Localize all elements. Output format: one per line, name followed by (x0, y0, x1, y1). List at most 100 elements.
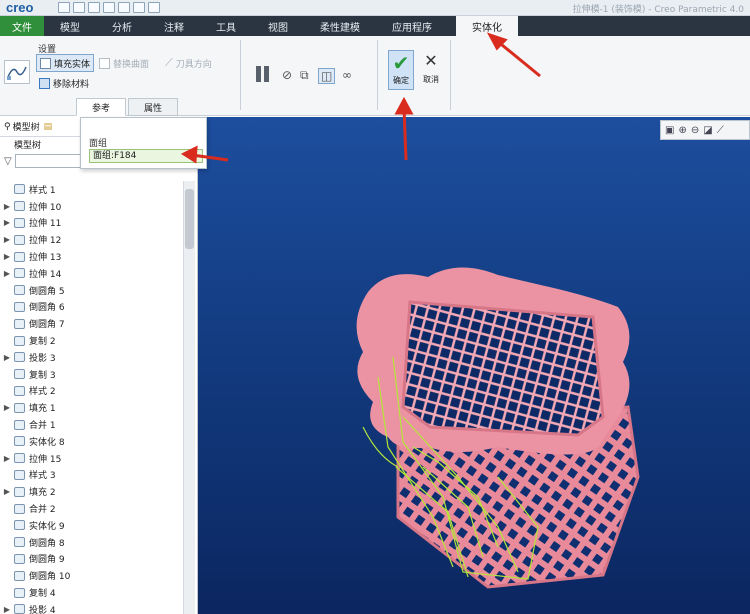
expand-arrow-icon[interactable]: ▶ (0, 202, 14, 211)
tree-item-label: 拉伸 10 (29, 202, 62, 213)
tab-model[interactable]: 模型 (44, 16, 96, 36)
tree-item[interactable]: ▶ 拉伸 11 (0, 215, 182, 232)
expand-arrow-icon[interactable]: ▶ (0, 252, 14, 261)
tree-item-label: 拉伸 14 (29, 269, 62, 280)
tree-item[interactable]: 合并 1 (0, 416, 182, 433)
tab-annotate[interactable]: 注释 (148, 16, 200, 36)
feature-icon (14, 285, 25, 296)
tree-item[interactable]: 倒圆角 8 (0, 534, 182, 551)
tree-item[interactable]: 复制 4 (0, 584, 182, 601)
tab-analysis[interactable]: 分析 (96, 16, 148, 36)
preview-icon[interactable]: ⧉ (300, 68, 309, 83)
expand-arrow-icon[interactable]: ▶ (0, 353, 14, 362)
remove-material-button[interactable]: 移除材料 (36, 74, 92, 92)
tree-item[interactable]: 样式 3 (0, 467, 182, 484)
verify-mode-icon[interactable]: ◫ (318, 68, 336, 84)
undo-icon[interactable] (103, 2, 115, 13)
regenerate-icon[interactable] (133, 2, 145, 13)
expand-arrow-icon[interactable]: ▶ (0, 218, 14, 227)
fill-solid-icon (40, 57, 51, 69)
tab-references[interactable]: 参考 (76, 98, 126, 116)
feature-icon (14, 402, 25, 413)
tab-tools[interactable]: 工具 (200, 16, 252, 36)
tree-item[interactable]: 合并 2 (0, 500, 182, 517)
cancel-button[interactable]: ✕ 取消 (419, 52, 443, 88)
tree-item[interactable]: ▶ 投影 4 (0, 601, 182, 614)
group-separator (240, 40, 241, 110)
tree-item-label: 合并 2 (29, 505, 56, 516)
tree-item[interactable]: 倒圆角 5 (0, 282, 182, 299)
tree-item[interactable]: ▶ 投影 3 (0, 349, 182, 366)
tree-scrollbar[interactable] (183, 181, 195, 614)
tree-item[interactable]: 实体化 9 (0, 517, 182, 534)
tab-flexible-modeling[interactable]: 柔性建模 (304, 16, 376, 36)
tree-item[interactable]: 倒圆角 10 (0, 567, 182, 584)
tab-applications[interactable]: 应用程序 (376, 16, 448, 36)
tree-item[interactable]: 倒圆角 9 (0, 551, 182, 568)
expand-arrow-icon[interactable]: ▶ (0, 487, 14, 496)
tree-item[interactable]: ▶ 填充 2 (0, 483, 182, 500)
fill-solid-button[interactable]: 填充实体 (36, 54, 95, 72)
windows-icon[interactable] (148, 2, 160, 13)
refit-icon[interactable]: ▣ (665, 125, 674, 136)
tree-item[interactable]: 实体化 8 (0, 433, 182, 450)
knife-direction-button[interactable]: ⟋ 刀具方向 (162, 54, 215, 72)
new-file-icon[interactable] (58, 2, 70, 13)
tree-item[interactable]: ▶ 拉伸 15 (0, 450, 182, 467)
tree-item[interactable]: ▶ 拉伸 10 (0, 198, 182, 215)
tree-item[interactable]: 样式 2 (0, 383, 182, 400)
zoom-out-icon[interactable]: ⊖ (691, 125, 699, 136)
tree-item[interactable]: 样式 1 (0, 181, 182, 198)
sketch-view-icon[interactable]: ⟋ (717, 125, 724, 136)
tree-item[interactable]: 倒圆角 6 (0, 299, 182, 316)
tree-item-label: 拉伸 12 (29, 236, 62, 247)
tree-item-label: 倒圆角 7 (29, 320, 65, 331)
tab-view[interactable]: 视图 (252, 16, 304, 36)
tree-item-label: 倒圆角 9 (29, 555, 65, 566)
tab-file[interactable]: 文件 (0, 16, 44, 36)
feature-icon (14, 335, 25, 346)
folder-browser-tab[interactable]: ▤ (44, 122, 53, 132)
expand-arrow-icon[interactable]: ▶ (0, 235, 14, 244)
expand-arrow-icon[interactable]: ▶ (0, 605, 14, 614)
tree-item-label: 合并 1 (29, 421, 56, 432)
repaint-icon[interactable]: ◪ (703, 125, 712, 136)
tree-item[interactable]: ▶ 拉伸 13 (0, 248, 182, 265)
ok-button[interactable]: ✔ 确定 (388, 50, 414, 90)
pause-button[interactable] (256, 66, 272, 82)
graphics-viewport[interactable] (198, 117, 750, 614)
tree-item-label: 样式 2 (29, 387, 56, 398)
open-file-icon[interactable] (73, 2, 85, 13)
tab-solidify[interactable]: 实体化 (456, 16, 518, 36)
tree-item[interactable]: 复制 2 (0, 332, 182, 349)
model-tree-panel: ⚲ 模型树 ▤ 模型树 ▽ 样式 1 ▶ 拉伸 10 ▶ 拉伸 11 ▶ 拉伸 12 ▶ 拉伸 … (0, 117, 198, 614)
no-preview-icon[interactable]: ⊘ (282, 68, 292, 82)
expand-arrow-icon[interactable]: ▶ (0, 454, 14, 463)
replace-surface-button[interactable]: 替换曲面 (96, 54, 152, 72)
feature-icon (14, 520, 25, 531)
tree-item-label: 倒圆角 5 (29, 286, 65, 297)
tree-item[interactable]: ▶ 拉伸 12 (0, 231, 182, 248)
window-title: 拉伸模-1 (装饰模) - Creo Parametric 4.0 (572, 5, 744, 15)
expand-arrow-icon[interactable]: ▶ (0, 269, 14, 278)
zoom-in-icon[interactable]: ⊕ (678, 125, 686, 136)
expand-arrow-icon[interactable]: ▶ (0, 403, 14, 412)
tree-item-label: 拉伸 15 (29, 454, 62, 465)
feature-icon (14, 436, 25, 447)
tree-item[interactable]: 复制 3 (0, 366, 182, 383)
tree-item-label: 复制 2 (29, 337, 56, 348)
quilt-reference-item[interactable]: 面组:F184 (89, 149, 203, 163)
feature-icon (14, 301, 25, 312)
redo-icon[interactable] (118, 2, 130, 13)
tab-model-tree[interactable]: ⚲ 模型树 (4, 120, 40, 134)
close-icon: ✕ (424, 51, 438, 70)
save-icon[interactable] (88, 2, 100, 13)
tree-item[interactable]: ▶ 填充 1 (0, 399, 182, 416)
tree-item[interactable]: 倒圆角 7 (0, 315, 182, 332)
feature-icon (14, 369, 25, 380)
tab-properties[interactable]: 属性 (128, 98, 178, 116)
filter-icon[interactable]: ▽ (4, 156, 12, 167)
glasses-preview-icon[interactable]: ∞ (342, 68, 352, 82)
scrollbar-thumb[interactable] (185, 189, 194, 249)
tree-item[interactable]: ▶ 拉伸 14 (0, 265, 182, 282)
